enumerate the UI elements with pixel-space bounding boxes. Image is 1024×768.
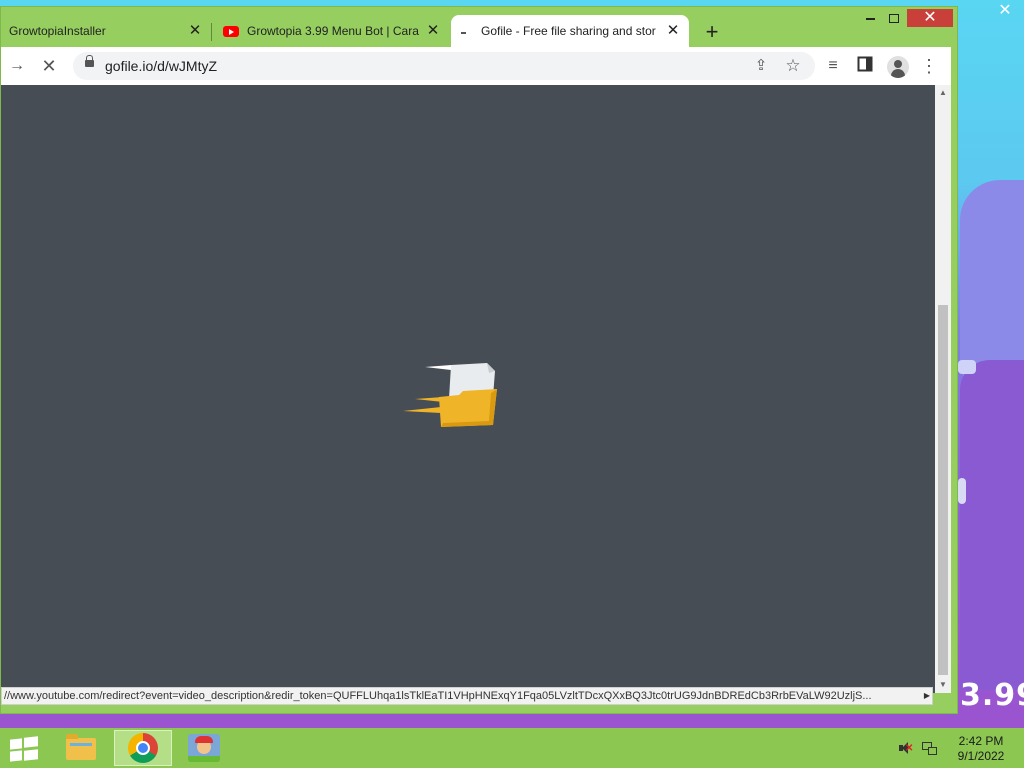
background-version-text: 3.99 — [960, 678, 1024, 713]
tab-strip: GrowtopiaInstaller ✕ Growtopia 3.99 Menu… — [1, 7, 959, 47]
file-explorer-icon — [66, 734, 96, 760]
tab-separator — [211, 23, 212, 41]
taskbar-chrome[interactable] — [114, 730, 172, 766]
tab-growtopia-installer[interactable]: GrowtopiaInstaller ✕ — [1, 15, 211, 47]
browser-menu-button[interactable]: ⋮ — [919, 56, 939, 76]
stop-loading-button[interactable]: ✕ — [39, 56, 59, 76]
new-tab-button[interactable]: + — [701, 21, 723, 44]
tab-close-button[interactable]: ✕ — [425, 23, 441, 39]
system-clock[interactable]: 2:42 PM 9/1/2022 — [950, 734, 1012, 764]
mute-indicator-icon: ✕ — [905, 743, 914, 754]
side-panel-icon — [857, 56, 873, 72]
windows-logo-icon — [10, 738, 22, 750]
scroll-up-arrow[interactable]: ▲ — [935, 85, 951, 101]
maximize-icon — [889, 14, 899, 24]
profile-avatar[interactable] — [887, 56, 909, 78]
forward-button[interactable]: → — [7, 56, 27, 76]
scroll-down-arrow[interactable]: ▼ — [935, 677, 951, 693]
side-panel-button[interactable] — [855, 56, 875, 76]
tab-close-button[interactable]: ✕ — [665, 23, 681, 39]
maximize-button[interactable] — [883, 9, 905, 27]
network-icon[interactable] — [922, 740, 938, 756]
browser-toolbar: → ✕ gofile.io/d/wJMtyZ ⇪ ☆ ≡ ⋮ — [1, 47, 951, 85]
background-window-close-button[interactable]: ✕ — [986, 0, 1024, 22]
taskbar-file-explorer[interactable] — [52, 730, 110, 766]
lock-icon[interactable] — [85, 55, 94, 67]
start-button[interactable] — [10, 736, 38, 762]
window-close-button[interactable]: ✕ — [907, 9, 953, 27]
tab-gofile[interactable]: Gofile - Free file sharing and stor ✕ — [451, 15, 689, 47]
youtube-icon — [223, 25, 239, 37]
desktop-wallpaper-shape — [960, 360, 1024, 690]
chrome-icon — [128, 733, 158, 763]
windows-logo-icon — [24, 749, 38, 761]
tab-title: Growtopia 3.99 Menu Bot | Cara — [247, 24, 419, 38]
growtopia-icon — [188, 734, 220, 762]
loading-icon — [459, 25, 471, 37]
status-url-text: //www.youtube.com/redirect?event=video_d… — [4, 690, 872, 702]
vertical-scrollbar[interactable]: ▲ ▼ — [935, 85, 951, 693]
desktop-wallpaper-shape — [958, 360, 976, 374]
tab-youtube-video[interactable]: Growtopia 3.99 Menu Bot | Cara ✕ — [215, 15, 449, 47]
page-content — [1, 85, 935, 693]
clock-time: 2:42 PM — [958, 734, 1004, 748]
status-bubble: //www.youtube.com/redirect?event=video_d… — [1, 687, 933, 705]
tab-close-button[interactable]: ✕ — [187, 23, 203, 39]
share-icon[interactable]: ⇪ — [751, 56, 771, 76]
tab-title: Gofile - Free file sharing and stor — [481, 24, 656, 38]
scrollbar-thumb[interactable] — [938, 305, 948, 675]
windows-logo-icon — [10, 750, 22, 762]
bookmark-star-icon[interactable]: ☆ — [783, 56, 803, 76]
tab-title: GrowtopiaInstaller — [9, 24, 106, 38]
chrome-window: GrowtopiaInstaller ✕ Growtopia 3.99 Menu… — [0, 6, 958, 714]
windows-logo-icon — [24, 736, 38, 748]
taskbar: ✕ 2:42 PM 9/1/2022 — [0, 728, 1024, 768]
taskbar-growtopia[interactable] — [176, 730, 234, 766]
minimize-button[interactable] — [859, 9, 881, 27]
address-bar[interactable]: gofile.io/d/wJMtyZ ⇪ ☆ — [73, 52, 815, 80]
media-controls-icon[interactable]: ≡ — [823, 56, 843, 76]
clock-date: 9/1/2022 — [957, 749, 1005, 763]
desktop-wallpaper-shape — [958, 478, 966, 504]
status-scroll-arrow: ▶ — [923, 691, 930, 700]
minimize-icon — [865, 17, 875, 20]
url-text[interactable]: gofile.io/d/wJMtyZ — [105, 58, 217, 74]
gofile-loading-folder-icon — [403, 363, 497, 427]
